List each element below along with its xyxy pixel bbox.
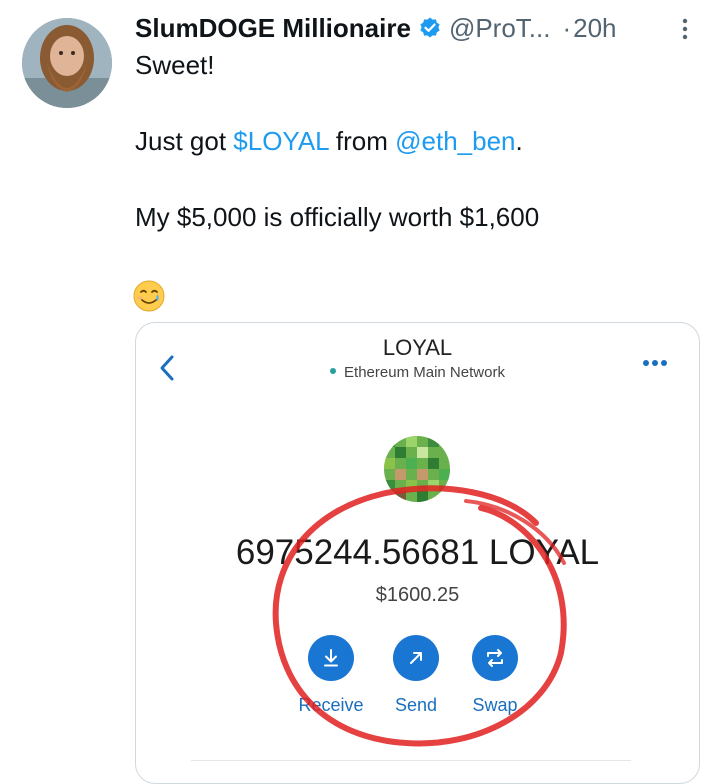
tweet-text-line-1: Sweet! xyxy=(135,50,215,80)
smiling-with-tear-emoji xyxy=(132,279,166,313)
tweet: SlumDOGE Millionaire @ProT... · 20h Swee… xyxy=(0,0,720,784)
cashtag-link[interactable]: $LOYAL xyxy=(233,126,328,156)
divider xyxy=(191,760,631,761)
mention-link[interactable]: @eth_ben xyxy=(395,126,515,156)
swap-label: Swap xyxy=(472,695,518,715)
tweet-header: SlumDOGE Millionaire @ProT... · 20h xyxy=(135,10,705,46)
tweet-text-line-2: Just got $LOYAL from @eth_ben. xyxy=(135,124,523,158)
user-handle[interactable]: @ProT... xyxy=(449,13,551,44)
usd-value: $1600.25 xyxy=(375,584,460,606)
swap-button[interactable]: Swap xyxy=(445,635,545,716)
more-options-icon[interactable] xyxy=(670,14,700,44)
attached-screenshot[interactable]: LOYAL Ethereum Main Network 6975244.5668… xyxy=(135,322,700,784)
network-label: Ethereum Main Network xyxy=(344,364,505,381)
send-arrow-icon xyxy=(393,635,439,681)
timestamp[interactable]: 20h xyxy=(573,13,616,44)
network-indicator: Ethereum Main Network xyxy=(136,364,699,381)
avatar[interactable] xyxy=(22,18,112,108)
more-horizontal-icon[interactable] xyxy=(636,353,676,373)
tweet-text-mid: from xyxy=(328,126,396,156)
network-status-dot xyxy=(330,368,337,375)
token-logo-icon xyxy=(384,436,450,502)
display-name[interactable]: SlumDOGE Millionaire xyxy=(135,13,411,44)
token-balance: 6975244.56681 LOYAL xyxy=(235,533,600,572)
token-title: LOYAL xyxy=(382,335,453,360)
tweet-text-line-3: My $5,000 is officially worth $1,600 xyxy=(135,202,540,232)
swap-arrows-icon xyxy=(472,635,518,681)
tweet-text-suffix: . xyxy=(515,126,523,156)
separator-dot: · xyxy=(562,12,572,43)
download-arrow-icon xyxy=(308,635,354,681)
tweet-text-prefix: Just got xyxy=(135,126,234,156)
verified-badge-icon xyxy=(418,16,442,40)
